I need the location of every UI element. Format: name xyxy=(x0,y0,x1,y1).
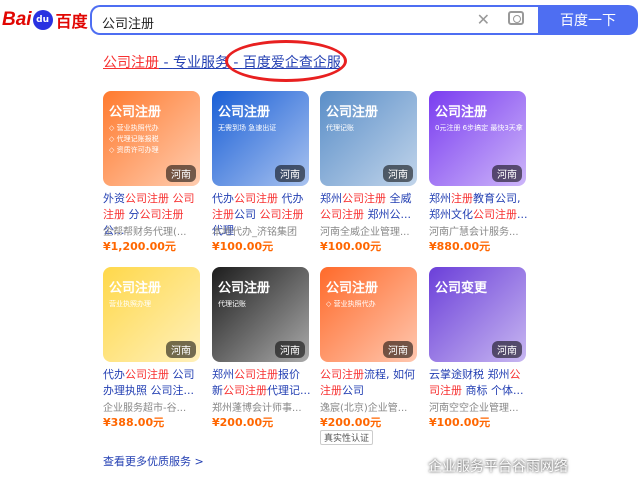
result-title-service[interactable]: 专业服务 xyxy=(173,55,229,71)
product-thumbnail[interactable]: 公司注册 0元注册 6步搞定 最快3天拿河南 xyxy=(429,91,526,186)
region-tag: 河南 xyxy=(275,341,305,358)
region-tag: 河南 xyxy=(383,165,413,182)
region-tag: 河南 xyxy=(275,165,305,182)
watermark: 企业服务平台谷雨网络 xyxy=(428,459,568,475)
thumbnail-subtitle: ◇ 营业执照代办 ◇ 代理记账报税 ◇ 资质许可办理 xyxy=(109,124,159,154)
thumbnail-subtitle: 代理记账 xyxy=(326,124,354,132)
thumbnail-title: 公司注册 xyxy=(326,105,379,120)
product-name[interactable]: 郑州公司注册 全威公司注册 郑州公... xyxy=(320,191,420,223)
verify-badge: 真实性认证 xyxy=(320,430,374,445)
product-thumbnail[interactable]: 公司变更河南 xyxy=(429,267,526,362)
product-price: ¥880.00元 xyxy=(429,240,491,253)
product-name[interactable]: 云掌途财税 郑州公司注册 商标 个体... xyxy=(429,367,529,399)
region-tag: 河南 xyxy=(492,165,522,182)
product-name[interactable]: 公司注册流程, 如何注册公司 xyxy=(320,367,420,399)
thumbnail-subtitle: ◇ 营业执照代办 xyxy=(326,300,376,308)
logo-cn-text: 百度 xyxy=(55,12,88,31)
shop-name[interactable]: 逸宸(北京)企业管... xyxy=(320,399,420,414)
region-tag: 河南 xyxy=(166,165,196,182)
search-button[interactable]: 百度一下 xyxy=(538,5,638,35)
product-price: ¥200.00元 xyxy=(212,416,274,429)
thumbnail-title: 公司注册 xyxy=(109,281,162,296)
product-name[interactable]: 郑州注册教育公司, 郑州文化公司注册... xyxy=(429,191,529,223)
shop-name[interactable]: 河南全威企业管理... xyxy=(320,223,420,238)
product-thumbnail[interactable]: 公司注册 ◇ 营业执照代办河南 xyxy=(320,267,417,362)
shop-name[interactable]: 郑州蓬博会计师事... xyxy=(212,399,312,414)
region-tag: 河南 xyxy=(383,341,413,358)
thumbnail-title: 公司注册 xyxy=(218,105,271,120)
product-thumbnail[interactable]: 公司注册 ◇ 营业执照代办 ◇ 代理记账报税 ◇ 资质许可办理 河南 xyxy=(103,91,200,186)
thumbnail-title: 公司注册 xyxy=(435,105,488,120)
region-tag: 河南 xyxy=(166,341,196,358)
product-thumbnail[interactable]: 公司注册营业执照办理河南 xyxy=(103,267,200,362)
product-price: ¥388.00元 xyxy=(103,416,165,429)
product-grid: 公司注册 ◇ 营业执照代办 ◇ 代理记账报税 ◇ 资质许可办理 河南 外资公司注册 公… xyxy=(92,76,528,474)
baidu-logo[interactable]: Bai du 百度 xyxy=(2,8,88,32)
result-title-sep: - xyxy=(159,55,173,71)
product-price: ¥100.00元 xyxy=(212,240,274,253)
more-services-link[interactable]: 查看更多优质服务 > xyxy=(103,453,204,469)
camera-icon[interactable] xyxy=(508,11,524,25)
thumbnail-subtitle: 营业执照办理 xyxy=(109,300,151,308)
shop-name[interactable]: 本地代办_济铭集团 xyxy=(212,223,312,238)
product-thumbnail[interactable]: 公司注册代理记账河南 xyxy=(212,267,309,362)
product-price: ¥100.00元 xyxy=(429,416,491,429)
search-input[interactable]: 公司注册 ✕ xyxy=(90,5,538,35)
top-header: Bai du 百度 公司注册 ✕ 百度一下 xyxy=(0,0,640,42)
thumbnail-title: 公司注册 xyxy=(326,281,379,296)
paw-icon: du xyxy=(32,10,53,30)
thumbnail-subtitle: 0元注册 6步搞定 最快3天拿 xyxy=(435,124,523,132)
thumbnail-title: 公司注册 xyxy=(218,281,271,296)
shop-name[interactable]: 河南广慧会计服务... xyxy=(429,223,529,238)
search-query-text: 公司注册 xyxy=(102,17,155,32)
logo-bai-text: Bai xyxy=(2,9,32,30)
result-title-keyword[interactable]: 公司注册 xyxy=(103,55,159,71)
shop-name[interactable]: 河南空空企业管理... xyxy=(429,399,529,414)
clear-icon[interactable]: ✕ xyxy=(477,10,490,29)
thumbnail-subtitle: 代理记账 xyxy=(218,300,246,308)
thumbnail-subtitle: 无需到场 急速出证 xyxy=(218,124,277,132)
shop-name[interactable]: 企业服务超市-谷... xyxy=(103,399,203,414)
product-name[interactable]: 郑州公司注册报价 新公司注册代理记... xyxy=(212,367,312,399)
product-name[interactable]: 代办公司注册 公司办理执照 公司注... xyxy=(103,367,203,399)
thumbnail-title: 公司注册 xyxy=(109,105,162,120)
product-thumbnail[interactable]: 公司注册代理记账河南 xyxy=(320,91,417,186)
product-price: ¥200.00元 xyxy=(320,416,382,429)
product-price: ¥1,200.00元 xyxy=(103,240,176,253)
product-thumbnail[interactable]: 公司注册无需到场 急速出证河南 xyxy=(212,91,309,186)
region-tag: 河南 xyxy=(492,341,522,358)
shop-name[interactable]: 企帮帮财务代理(... xyxy=(103,223,203,238)
product-price: ¥100.00元 xyxy=(320,240,382,253)
thumbnail-title: 公司变更 xyxy=(435,281,488,296)
